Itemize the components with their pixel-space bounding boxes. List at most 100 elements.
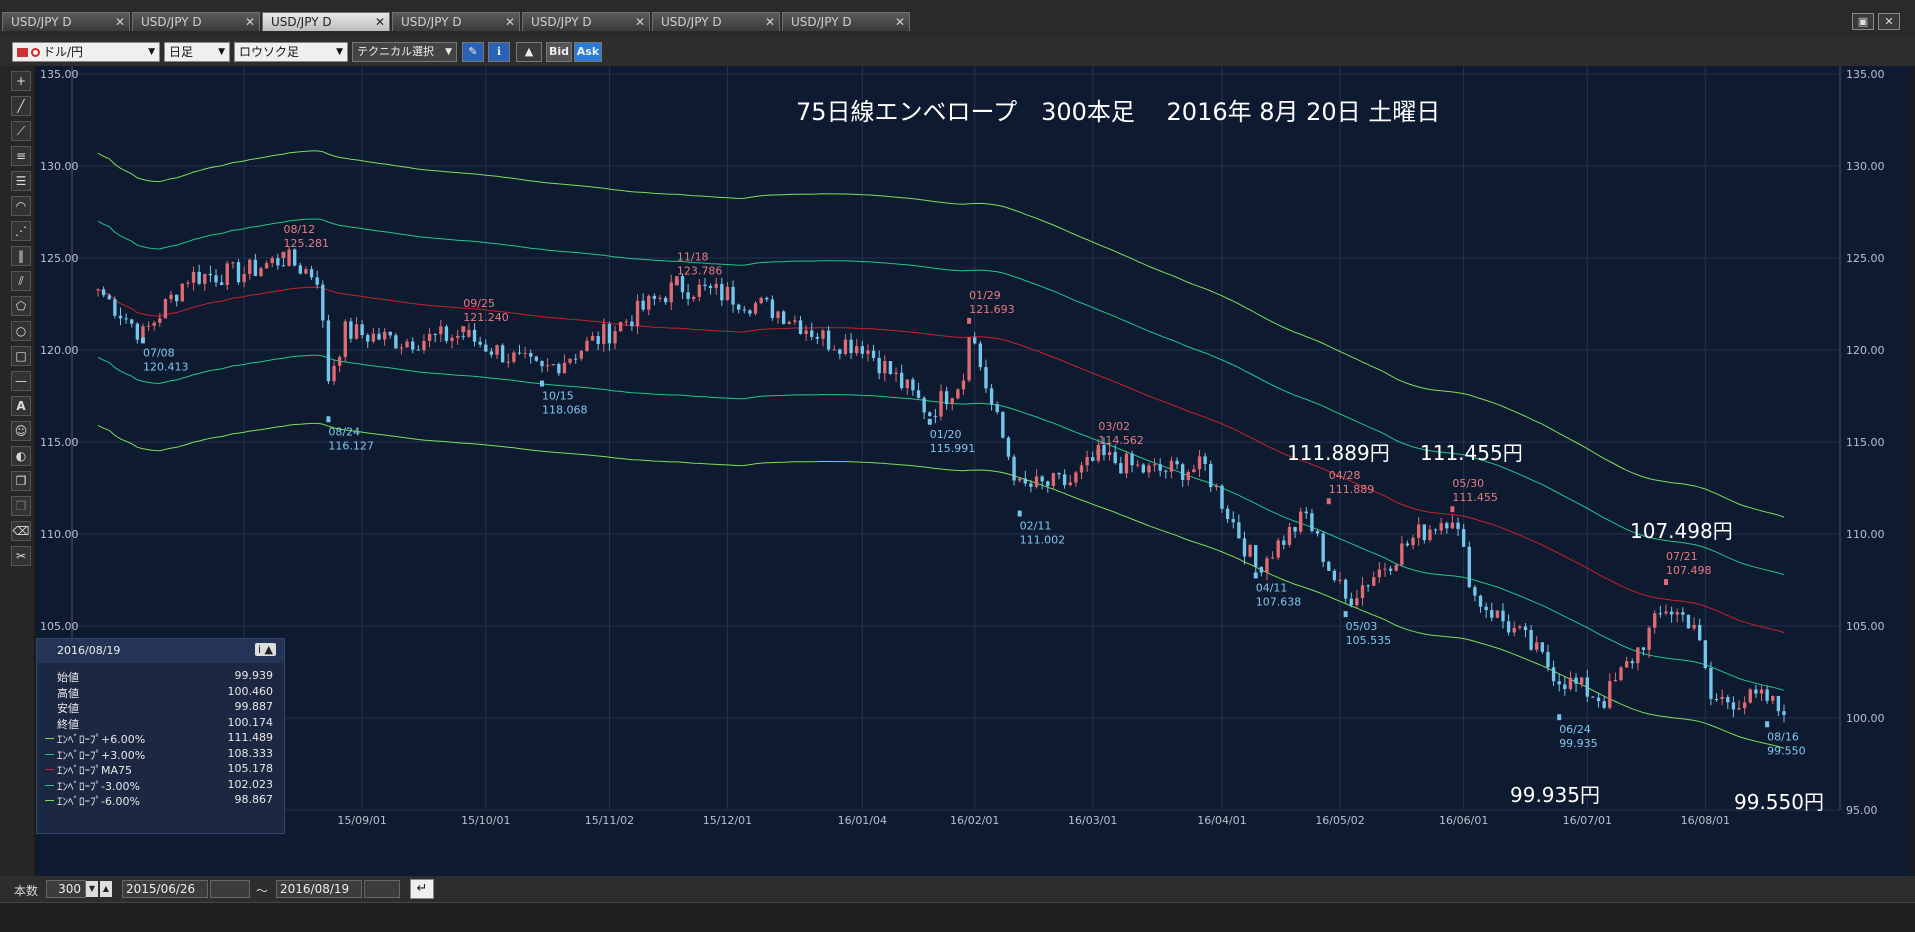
high-date-label: 05/30	[1452, 477, 1484, 490]
candle-body	[1315, 530, 1320, 534]
info-toggle-icon[interactable]: i ▲	[254, 643, 276, 656]
tab-usdjpy-3[interactable]: USD/JPY D ✕	[262, 12, 390, 31]
chart-type-select[interactable]: ロウソク足 ▼	[234, 42, 348, 62]
candle-body	[973, 337, 977, 344]
to-time-input[interactable]	[364, 880, 400, 898]
hline-icon[interactable]: —	[11, 371, 31, 391]
candle-body	[366, 335, 370, 342]
candle-body	[1568, 677, 1573, 690]
horizontal-lines-icon[interactable]: ≡	[11, 146, 31, 166]
candle-body	[382, 331, 387, 340]
tab-usdjpy-6[interactable]: USD/JPY D ✕	[652, 12, 780, 31]
color-icon[interactable]: ◐	[11, 446, 31, 466]
info-icon[interactable]: ℹ	[488, 42, 510, 62]
candle-body	[545, 365, 550, 367]
high-marker	[674, 279, 679, 286]
close-icon[interactable]: ✕	[635, 13, 645, 32]
vertical-lines-icon[interactable]: ‖	[11, 246, 31, 266]
candle-body	[394, 335, 398, 349]
tab-usdjpy-2[interactable]: USD/JPY D ✕	[132, 12, 260, 31]
info-row: ｴﾝﾍﾞﾛｰﾌﾟ+6.00% 111.489	[45, 731, 273, 746]
low-date-label: 10/15	[542, 390, 574, 403]
fibonacci-icon[interactable]: ☰	[11, 171, 31, 191]
circle-icon[interactable]: ○	[11, 321, 31, 341]
info-key: 始値	[57, 671, 79, 684]
from-date-input[interactable]: 2015/06/26	[122, 880, 208, 898]
candle-body	[1726, 696, 1730, 703]
bar-count-input[interactable]: 300	[46, 880, 86, 898]
info-row: 高値 100.460	[57, 685, 273, 700]
candle-body	[641, 300, 645, 310]
high-date-label: 01/29	[969, 289, 1001, 302]
candle-body	[500, 345, 505, 363]
channel-icon[interactable]: ⫽	[11, 271, 31, 291]
info-row: ｴﾝﾍﾞﾛｰﾌﾟ-3.00% 102.023	[45, 778, 273, 793]
candle-body	[585, 340, 589, 352]
candle-body	[1698, 624, 1702, 641]
low-date-label: 05/03	[1346, 620, 1378, 633]
tab-usdjpy-5[interactable]: USD/JPY D ✕	[522, 12, 650, 31]
close-icon[interactable]: ✕	[115, 13, 125, 32]
y-tick-label-right: 95.00	[1846, 804, 1878, 817]
arc-icon[interactable]: ◠	[11, 196, 31, 216]
candle-body	[1461, 528, 1466, 547]
info-key: ｴﾝﾍﾞﾛｰﾌﾟ-3.00%	[57, 779, 140, 793]
candle-body	[1332, 570, 1337, 581]
candlestick-chart[interactable]: 135.00 135.00 130.00 130.00 125.00 125.00 120.…	[36, 66, 1911, 876]
close-window-icon[interactable]: ✕	[1878, 13, 1900, 30]
close-icon[interactable]: ✕	[895, 13, 905, 32]
mountain-chart-icon[interactable]: ▲	[516, 42, 542, 62]
y-tick-label-right: 120.00	[1846, 344, 1885, 357]
price-chart-area[interactable]: 135.00 135.00 130.00 130.00 125.00 125.00 120.…	[36, 66, 1911, 876]
crosshair-icon[interactable]: +	[11, 71, 31, 91]
candle-body	[1759, 689, 1764, 694]
stepper-down-icon[interactable]: ▼	[86, 881, 98, 897]
candle-body	[1692, 624, 1696, 629]
price-callout: 99.935円	[1510, 783, 1600, 807]
candle-body	[1287, 527, 1292, 545]
close-icon[interactable]: ✕	[505, 13, 515, 32]
fan-icon[interactable]: ⋰	[11, 221, 31, 241]
technical-select[interactable]: テクニカル選択 ▼	[352, 42, 457, 62]
y-tick-label-left: 105.00	[40, 620, 79, 633]
candle-body	[276, 258, 280, 266]
ask-button[interactable]: Ask	[574, 42, 602, 62]
return-button[interactable]: ↵	[410, 879, 434, 899]
paste-icon[interactable]: ❐	[11, 496, 31, 516]
close-icon[interactable]: ✕	[375, 13, 385, 32]
info-row: ｴﾝﾍﾞﾛｰﾌﾟ+3.00% 108.333	[45, 747, 273, 762]
candle-body	[826, 330, 831, 350]
bid-button[interactable]: Bid	[546, 42, 572, 62]
candle-body	[748, 310, 752, 314]
tab-usdjpy-4[interactable]: USD/JPY D ✕	[392, 12, 520, 31]
currency-select[interactable]: ドル/円 ▼	[12, 42, 160, 62]
eraser-icon[interactable]: ⌫	[11, 521, 31, 541]
tab-usdjpy-7[interactable]: USD/JPY D ✕	[782, 12, 910, 31]
to-date-input[interactable]: 2016/08/19	[276, 880, 362, 898]
trendline-icon[interactable]: ╱	[11, 96, 31, 116]
pencil-icon[interactable]: ✎	[462, 42, 484, 62]
erase-all-icon[interactable]: ✂	[11, 546, 31, 566]
stepper-up-icon[interactable]: ▲	[100, 881, 112, 897]
candle-body	[1664, 611, 1668, 614]
tab-usdjpy-1[interactable]: USD/JPY D ✕	[2, 12, 130, 31]
candle-body	[461, 335, 465, 337]
period-select[interactable]: 日足 ▼	[164, 42, 230, 62]
chart-title: 75日線エンベロープ 300本足 2016年 8月 20日 土曜日	[796, 98, 1440, 126]
text-icon[interactable]: A	[11, 396, 31, 416]
maximize-icon[interactable]: ▣	[1852, 13, 1874, 30]
info-key: ｴﾝﾍﾞﾛｰﾌﾟMA75	[57, 764, 133, 777]
close-icon[interactable]: ✕	[765, 13, 775, 32]
rectangle-icon[interactable]: □	[11, 346, 31, 366]
candle-body	[495, 345, 499, 355]
ruler-icon[interactable]: ⟋	[11, 121, 31, 141]
pentagon-icon[interactable]: ⬠	[11, 296, 31, 316]
from-time-input[interactable]	[210, 880, 250, 898]
copy-icon[interactable]: ❐	[11, 471, 31, 491]
candle-body	[1428, 529, 1432, 541]
candle-body	[663, 297, 668, 303]
candle-body	[602, 324, 606, 344]
candle-body	[135, 323, 140, 340]
stamp-icon[interactable]: ☺	[11, 421, 31, 441]
close-icon[interactable]: ✕	[245, 13, 255, 32]
